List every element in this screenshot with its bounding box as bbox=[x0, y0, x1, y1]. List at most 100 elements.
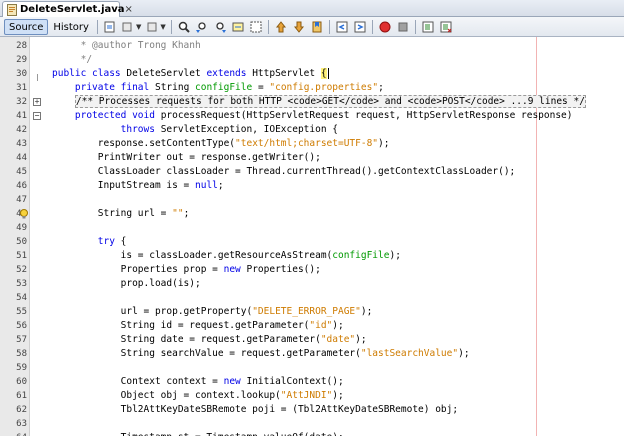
find-selection-icon[interactable] bbox=[176, 19, 192, 35]
toggle-highlight-icon[interactable] bbox=[230, 19, 246, 35]
code-token: ); bbox=[332, 390, 344, 401]
toggle-bookmark-icon[interactable] bbox=[309, 19, 325, 35]
code-token: ); bbox=[389, 250, 401, 261]
code-line[interactable]: 28 * @author Trong Khanh bbox=[0, 39, 624, 53]
code-line[interactable]: 47 bbox=[0, 193, 624, 207]
code-line[interactable]: 43 response.setContentType("text/html;ch… bbox=[0, 137, 624, 151]
toggle-rectangular-icon[interactable] bbox=[248, 19, 264, 35]
code-line[interactable]: 63 bbox=[0, 417, 624, 431]
code-line[interactable]: 59 bbox=[0, 361, 624, 375]
string-token: "config.properties" bbox=[269, 82, 379, 93]
shift-right-icon[interactable] bbox=[352, 19, 368, 35]
next-bookmark-icon[interactable] bbox=[291, 19, 307, 35]
code-text: Tbl2AttKeyDateSBRemote poji = (Tbl2AttKe… bbox=[52, 403, 458, 417]
close-icon[interactable]: × bbox=[125, 4, 133, 15]
string-token: "" bbox=[172, 208, 184, 219]
history-tab[interactable]: History bbox=[48, 19, 94, 35]
stop-macro-icon[interactable] bbox=[395, 19, 411, 35]
code-line[interactable]: 55 url = prop.getProperty("DELETE_ERROR_… bbox=[0, 305, 624, 319]
source-tab[interactable]: Source bbox=[4, 18, 49, 35]
line-number: 44 bbox=[16, 153, 27, 163]
toolbar-separator bbox=[328, 19, 330, 34]
code-line[interactable]: 64 Timestamp st = Timestamp.valueOf(date… bbox=[0, 431, 624, 436]
code-line[interactable]: 32 /** Processes requests for both HTTP … bbox=[0, 95, 624, 109]
line-number: 47 bbox=[16, 195, 27, 205]
line-number: 50 bbox=[16, 237, 27, 247]
code-line[interactable]: 58 String searchValue = request.getParam… bbox=[0, 347, 624, 361]
code-line[interactable]: 41 protected void processRequest(HttpSer… bbox=[0, 109, 624, 123]
editor-tab-bar: DeleteServlet.java × bbox=[0, 0, 624, 17]
code-text: response.setContentType("text/html;chars… bbox=[52, 137, 390, 151]
code-line[interactable]: 56 String id = request.getParameter("id"… bbox=[0, 319, 624, 333]
code-token: String date = request.getParameter( bbox=[52, 334, 321, 345]
find-previous-icon[interactable] bbox=[194, 19, 210, 35]
code-token: = bbox=[252, 82, 270, 93]
code-line[interactable]: 42 throws ServletException, IOException … bbox=[0, 123, 624, 137]
code-token: ); bbox=[332, 320, 344, 331]
file-tab-deleteservlet[interactable]: DeleteServlet.java × bbox=[2, 1, 133, 17]
hint-bulb-icon[interactable] bbox=[19, 209, 29, 219]
uncomment-icon[interactable] bbox=[438, 19, 454, 35]
line-number: 54 bbox=[16, 293, 27, 303]
code-text: ClassLoader classLoader = Thread.current… bbox=[52, 165, 516, 179]
code-line[interactable]: 46 InputStream is = null; bbox=[0, 179, 624, 193]
code-token: HttpServlet bbox=[252, 68, 321, 79]
code-text: try { bbox=[52, 235, 127, 249]
find-next-icon[interactable] bbox=[212, 19, 228, 35]
line-number: 55 bbox=[16, 307, 27, 317]
previous-bookmark-icon[interactable] bbox=[273, 19, 289, 35]
line-number: 53 bbox=[16, 279, 27, 289]
code-token: ); bbox=[355, 334, 367, 345]
code-token: response.setContentType( bbox=[52, 138, 236, 149]
start-macro-icon[interactable] bbox=[377, 19, 393, 35]
code-token: prop.load(is); bbox=[52, 278, 201, 289]
code-token: String bbox=[154, 82, 196, 93]
code-line[interactable]: 54 bbox=[0, 291, 624, 305]
code-editor[interactable]: 28 * @author Trong Khanh 29 */30 public cl… bbox=[0, 37, 624, 436]
code-line[interactable]: 45 ClassLoader classLoader = Thread.curr… bbox=[0, 165, 624, 179]
code-line[interactable]: 61 Object obj = context.lookup("AttJNDI"… bbox=[0, 389, 624, 403]
line-number: 62 bbox=[16, 405, 27, 415]
code-line[interactable]: 52 Properties prop = new Properties(); bbox=[0, 263, 624, 277]
field-token: configFile bbox=[332, 250, 390, 261]
line-number: 28 bbox=[16, 41, 27, 51]
code-token: ); bbox=[458, 348, 470, 359]
line-number: 30 bbox=[16, 69, 27, 79]
code-token: InitialContext(); bbox=[246, 376, 344, 387]
code-line[interactable]: 30 public class DeleteServlet extends Htt… bbox=[0, 67, 624, 81]
string-token: "lastSearchValue" bbox=[360, 348, 459, 359]
code-token: url = prop.getProperty( bbox=[52, 306, 253, 317]
forward-dropdown-icon[interactable]: ▼ bbox=[160, 23, 165, 31]
code-token: String searchValue = request.getParamete… bbox=[52, 348, 361, 359]
back-dropdown-icon[interactable]: ▼ bbox=[136, 23, 141, 31]
code-line[interactable]: 60 Context context = new InitialContext(… bbox=[0, 375, 624, 389]
shift-left-icon[interactable] bbox=[334, 19, 350, 35]
line-number: 52 bbox=[16, 265, 27, 275]
expand-fold-icon[interactable]: + bbox=[33, 98, 41, 106]
forward-icon[interactable] bbox=[144, 19, 160, 35]
code-line[interactable]: 49 bbox=[0, 221, 624, 235]
last-edit-icon[interactable] bbox=[102, 19, 118, 35]
collapse-fold-icon[interactable]: − bbox=[33, 112, 41, 120]
code-text: PrintWriter out = response.getWriter(); bbox=[52, 151, 321, 165]
comment-icon[interactable] bbox=[420, 19, 436, 35]
keyword-token: null bbox=[195, 180, 218, 191]
file-tab-label: DeleteServlet.java bbox=[20, 4, 125, 15]
code-line[interactable]: 31 private final String configFile = "co… bbox=[0, 81, 624, 95]
back-icon[interactable] bbox=[120, 19, 136, 35]
code-line[interactable]: 48 String url = ""; bbox=[0, 207, 624, 221]
string-token: "AttJNDI" bbox=[280, 390, 333, 401]
code-line[interactable]: 51 is = classLoader.getResourceAsStream(… bbox=[0, 249, 624, 263]
code-line[interactable]: 50 try { bbox=[0, 235, 624, 249]
editor-toolbar: Source History ▼ ▼ bbox=[0, 17, 624, 37]
code-text: private final String configFile = "confi… bbox=[52, 81, 384, 95]
toolbar-separator bbox=[96, 19, 98, 34]
code-line[interactable]: 29 */ bbox=[0, 53, 624, 67]
code-line[interactable]: 57 String date = request.getParameter("d… bbox=[0, 333, 624, 347]
string-token: "id" bbox=[309, 320, 333, 331]
code-line[interactable]: 44 PrintWriter out = response.getWriter(… bbox=[0, 151, 624, 165]
code-line[interactable]: 62 Tbl2AttKeyDateSBRemote poji = (Tbl2At… bbox=[0, 403, 624, 417]
keyword-token: throws bbox=[120, 124, 161, 135]
code-text: throws ServletException, IOException { bbox=[52, 123, 338, 137]
code-line[interactable]: 53 prop.load(is); bbox=[0, 277, 624, 291]
